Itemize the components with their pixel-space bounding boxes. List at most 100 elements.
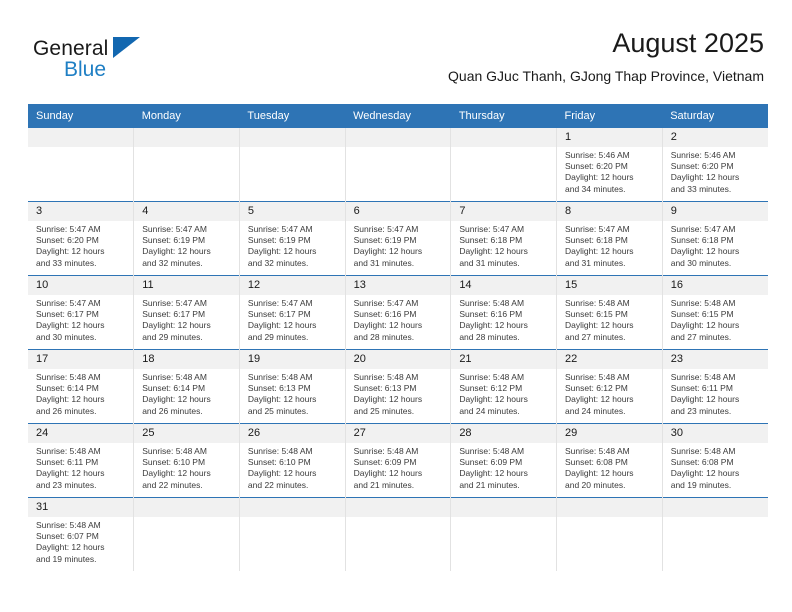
day-info-line: and 33 minutes. <box>670 183 732 194</box>
day-number: 12 <box>239 276 345 295</box>
calendar-day-cell[interactable]: 5 Sunrise: 5:47 AM Sunset: 6:19 PM Daylight… <box>238 201 346 276</box>
day-number: 28 <box>451 424 557 443</box>
calendar-day-cell[interactable]: 2 Sunrise: 5:46 AM Sunset: 6:20 PM Daylight… <box>661 128 768 202</box>
calendar-day-cell[interactable]: 27 Sunrise: 5:48 AM Sunset: 6:09 PM Dayligh… <box>344 423 451 498</box>
calendar-day-cell[interactable]: 26 Sunrise: 5:48 AM Sunset: 6:10 PM Dayligh… <box>238 423 346 498</box>
day-info-line: Daylight: 12 hours <box>142 320 211 331</box>
day-sun-info: Sunrise: 5:48 AM Sunset: 6:14 PM Daylight:… <box>134 369 239 417</box>
day-sun-info: Sunrise: 5:46 AM Sunset: 6:20 PM Daylight:… <box>663 147 768 195</box>
day-info-line: and 28 minutes. <box>353 331 415 342</box>
calendar-day-cell[interactable]: 15 Sunrise: 5:48 AM Sunset: 6:15 PM Dayligh… <box>556 275 663 350</box>
day-info-line: Sunrise: 5:48 AM <box>459 298 525 308</box>
day-info-line: Sunrise: 5:48 AM <box>565 298 630 308</box>
day-info-line: Sunrise: 5:47 AM <box>565 224 630 234</box>
day-sun-info: Sunrise: 5:48 AM Sunset: 6:14 PM Daylight:… <box>28 369 133 417</box>
day-number <box>557 498 662 517</box>
day-number <box>134 128 239 147</box>
day-number: 20 <box>345 350 451 369</box>
calendar-day-cell[interactable]: 9 Sunrise: 5:47 AM Sunset: 6:18 PM Daylight… <box>661 201 768 276</box>
day-info-line: Sunrise: 5:48 AM <box>459 446 525 456</box>
day-info-line: Sunrise: 5:48 AM <box>565 446 630 456</box>
day-sun-info <box>134 517 239 520</box>
day-sun-info: Sunrise: 5:47 AM Sunset: 6:16 PM Daylight:… <box>346 295 451 343</box>
calendar-day-cell[interactable]: 31 Sunrise: 5:48 AM Sunset: 6:07 PM Dayligh… <box>28 497 134 572</box>
calendar-day-cell[interactable]: 18 Sunrise: 5:48 AM Sunset: 6:14 PM Dayligh… <box>133 349 240 424</box>
day-number: 2 <box>662 128 768 147</box>
calendar-day-cell[interactable]: 22 Sunrise: 5:48 AM Sunset: 6:12 PM Dayligh… <box>556 349 663 424</box>
day-info-line: and 31 minutes. <box>353 257 415 268</box>
day-info-line: Daylight: 12 hours <box>36 468 105 479</box>
day-info-line: and 33 minutes. <box>36 257 97 268</box>
day-number <box>662 498 768 517</box>
day-info-line: Sunset: 6:07 PM <box>36 531 99 542</box>
day-info-line: Sunrise: 5:48 AM <box>565 372 630 382</box>
day-sun-info: Sunrise: 5:47 AM Sunset: 6:19 PM Daylight:… <box>240 221 345 269</box>
calendar-day-cell[interactable]: 29 Sunrise: 5:48 AM Sunset: 6:08 PM Dayligh… <box>556 423 663 498</box>
day-info-line: and 19 minutes. <box>670 479 732 490</box>
day-info-line: Daylight: 12 hours <box>459 468 528 479</box>
day-number: 8 <box>557 202 662 221</box>
calendar-day-cell[interactable]: 10 Sunrise: 5:47 AM Sunset: 6:17 PM Dayligh… <box>28 275 134 350</box>
calendar-day-cell[interactable]: 6 Sunrise: 5:47 AM Sunset: 6:19 PM Daylight… <box>344 201 451 276</box>
calendar-day-cell[interactable]: 3 Sunrise: 5:47 AM Sunset: 6:20 PM Daylight… <box>28 201 134 276</box>
day-info-line: Daylight: 12 hours <box>142 394 211 405</box>
day-number: 3 <box>28 202 134 221</box>
day-sun-info: Sunrise: 5:48 AM Sunset: 6:16 PM Daylight:… <box>451 295 556 343</box>
calendar-day-cell[interactable]: 23 Sunrise: 5:48 AM Sunset: 6:11 PM Dayligh… <box>661 349 768 424</box>
day-number: 10 <box>28 276 134 295</box>
calendar-day-cell[interactable]: 20 Sunrise: 5:48 AM Sunset: 6:13 PM Dayligh… <box>344 349 451 424</box>
calendar-day-cell-empty <box>133 128 240 202</box>
day-info-line: and 26 minutes. <box>142 405 203 416</box>
calendar-day-cell[interactable]: 13 Sunrise: 5:47 AM Sunset: 6:16 PM Dayligh… <box>344 275 451 350</box>
calendar-day-cell[interactable]: 11 Sunrise: 5:47 AM Sunset: 6:17 PM Dayligh… <box>133 275 240 350</box>
calendar-day-cell[interactable]: 21 Sunrise: 5:48 AM Sunset: 6:12 PM Dayligh… <box>450 349 557 424</box>
day-info-line: and 28 minutes. <box>459 331 520 342</box>
day-number <box>451 128 557 147</box>
day-number: 14 <box>451 276 557 295</box>
calendar-day-cell-empty <box>133 497 240 572</box>
calendar-day-cell-empty <box>344 128 451 202</box>
day-info-line: Daylight: 12 hours <box>353 394 423 405</box>
day-info-line: Sunrise: 5:47 AM <box>142 298 207 308</box>
calendar-day-cell[interactable]: 12 Sunrise: 5:47 AM Sunset: 6:17 PM Dayligh… <box>238 275 346 350</box>
day-number: 24 <box>28 424 134 443</box>
day-sun-info: Sunrise: 5:48 AM Sunset: 6:12 PM Daylight:… <box>451 369 556 417</box>
calendar-day-cell[interactable]: 16 Sunrise: 5:48 AM Sunset: 6:15 PM Dayligh… <box>661 275 768 350</box>
day-info-line: Sunset: 6:17 PM <box>142 309 206 320</box>
day-number: 4 <box>134 202 239 221</box>
day-info-line: Daylight: 12 hours <box>353 468 423 479</box>
day-info-line: Sunset: 6:16 PM <box>353 309 417 320</box>
calendar-day-cell[interactable]: 25 Sunrise: 5:48 AM Sunset: 6:10 PM Dayligh… <box>133 423 240 498</box>
day-info-line: Sunrise: 5:48 AM <box>142 372 207 382</box>
calendar-page: General Blue August 2025 Quan GJuc Thanh… <box>0 0 792 612</box>
weekday-header-friday: Friday <box>556 104 663 128</box>
calendar-day-cell[interactable]: 4 Sunrise: 5:47 AM Sunset: 6:19 PM Daylight… <box>133 201 240 276</box>
calendar-container: Sunday Monday Tuesday Wednesday Thursday Frid… <box>28 104 768 572</box>
day-sun-info <box>240 147 345 150</box>
day-sun-info: Sunrise: 5:47 AM Sunset: 6:17 PM Daylight:… <box>240 295 345 343</box>
calendar-day-cell[interactable]: 30 Sunrise: 5:48 AM Sunset: 6:08 PM Dayligh… <box>661 423 768 498</box>
calendar-day-cell[interactable]: 24 Sunrise: 5:48 AM Sunset: 6:11 PM Dayligh… <box>28 423 134 498</box>
day-info-line: Daylight: 12 hours <box>565 246 634 257</box>
calendar-day-cell-empty <box>661 497 768 572</box>
day-info-line: Sunset: 6:08 PM <box>670 457 734 468</box>
day-sun-info <box>134 147 239 150</box>
calendar-day-cell[interactable]: 7 Sunrise: 5:47 AM Sunset: 6:18 PM Daylight… <box>450 201 557 276</box>
day-info-line: Sunrise: 5:47 AM <box>247 224 313 234</box>
day-info-line: Sunrise: 5:48 AM <box>247 446 313 456</box>
calendar-day-cell[interactable]: 28 Sunrise: 5:48 AM Sunset: 6:09 PM Dayligh… <box>450 423 557 498</box>
calendar-day-cell[interactable]: 1 Sunrise: 5:46 AM Sunset: 6:20 PM Daylight… <box>556 128 663 202</box>
calendar-day-cell[interactable]: 8 Sunrise: 5:47 AM Sunset: 6:18 PM Daylight… <box>556 201 663 276</box>
calendar-day-cell[interactable]: 14 Sunrise: 5:48 AM Sunset: 6:16 PM Dayligh… <box>450 275 557 350</box>
logo-text-blue: Blue <box>64 58 107 81</box>
day-info-line: Sunrise: 5:46 AM <box>670 150 736 160</box>
day-info-line: Daylight: 12 hours <box>247 246 317 257</box>
day-info-line: Sunrise: 5:46 AM <box>565 150 630 160</box>
calendar-day-cell[interactable]: 17 Sunrise: 5:48 AM Sunset: 6:14 PM Dayligh… <box>28 349 134 424</box>
day-info-line: and 34 minutes. <box>565 183 626 194</box>
day-info-line: Daylight: 12 hours <box>459 246 528 257</box>
day-info-line: Sunset: 6:12 PM <box>565 383 628 394</box>
day-sun-info: Sunrise: 5:47 AM Sunset: 6:18 PM Daylight:… <box>663 221 768 269</box>
calendar-day-cell[interactable]: 19 Sunrise: 5:48 AM Sunset: 6:13 PM Dayligh… <box>238 349 346 424</box>
day-sun-info: Sunrise: 5:48 AM Sunset: 6:09 PM Daylight:… <box>346 443 451 491</box>
